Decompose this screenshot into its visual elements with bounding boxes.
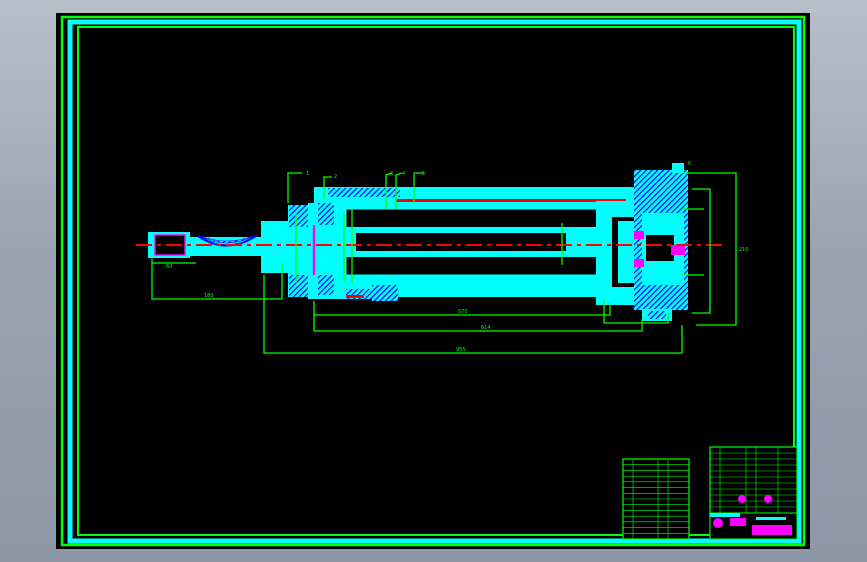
dim-head-height: 210: [739, 247, 749, 253]
barrel-upper-seal: [396, 199, 626, 202]
dim-stroke: 570: [458, 309, 468, 315]
balloon-4: 4: [402, 171, 405, 177]
part-balloons: 1 2 3 4 5 6: [306, 161, 691, 180]
stamp-mark-1: [713, 518, 723, 528]
hydraulic-cylinder: [148, 163, 688, 321]
dim-cylinder-line: [313, 313, 643, 332]
stamp-mark-2: [738, 495, 746, 503]
dim-overall: 955: [456, 347, 466, 353]
balloon-3: 3: [390, 171, 393, 177]
balloon-2: 2: [334, 174, 337, 180]
dim-cylinder: 614: [481, 325, 491, 331]
balloon-5: 5: [422, 171, 425, 177]
stamp-mark-5: [752, 525, 792, 535]
stamp-mark-4: [730, 518, 746, 526]
dim-right-inner: [692, 188, 711, 314]
piston-hatch-bottom: [318, 275, 334, 295]
trunnion-bore: [646, 235, 674, 261]
title-strip-cyan: [710, 513, 740, 517]
rear-port-top: [672, 163, 684, 173]
balloon-1: 1: [306, 171, 309, 177]
cad-drawing: 60 180 570 614 955 210 1 2 3 4 5 6: [60, 15, 806, 547]
dim-rod-length: 180: [204, 293, 214, 299]
trunnion-pin-b: [634, 259, 644, 267]
trunnion-pin-a: [634, 231, 644, 239]
balloon-6: 6: [688, 161, 691, 167]
title-strip-cyan-2: [756, 517, 786, 520]
rear-port-bottom-bore: [648, 311, 666, 319]
drawing-sheet: 60 180 570 614 955 210 1 2 3 4 5 6: [56, 13, 810, 549]
front-cover-lower-hatch: [289, 275, 311, 297]
front-port: [372, 285, 398, 301]
front-cover-upper-hatch: [289, 205, 311, 227]
gland: [261, 221, 291, 273]
piston-rod: [190, 237, 266, 256]
title-block: [622, 446, 798, 540]
piston-hatch-top: [318, 203, 334, 225]
trunnion-pin-c: [671, 245, 685, 255]
stamp-mark-3: [764, 495, 772, 503]
leader-1: [287, 172, 302, 203]
bore-inner-cavity: [356, 233, 566, 251]
barrel-upper-hatch: [328, 188, 400, 197]
dim-rod-eye-width: 60: [166, 264, 172, 270]
